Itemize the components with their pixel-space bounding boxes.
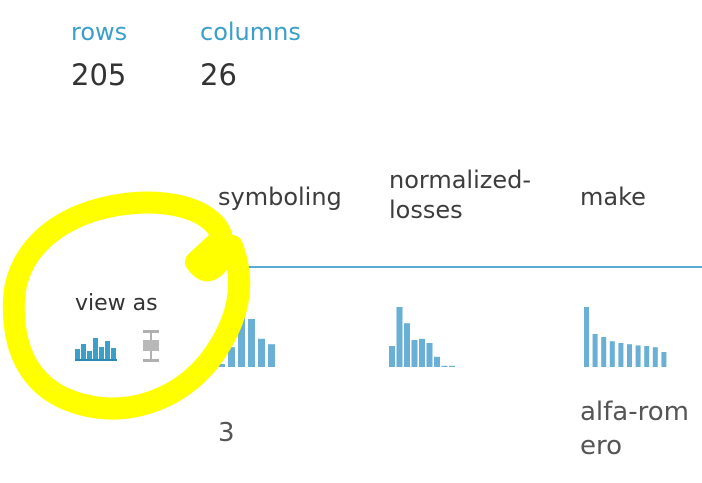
histogram-bar — [238, 307, 245, 367]
histogram-bar — [644, 346, 650, 367]
histogram-bar — [441, 365, 448, 367]
histogram-bar — [609, 341, 615, 367]
histogram-bar — [592, 334, 598, 367]
histogram-bar — [218, 364, 225, 367]
rows-label: rows — [71, 18, 128, 46]
histogram-symboling — [218, 307, 275, 367]
column-header-make[interactable]: make — [580, 182, 646, 212]
histogram-bar — [258, 338, 265, 367]
columns-value: 26 — [200, 58, 237, 92]
histogram-bar — [419, 338, 425, 367]
rows-value: 205 — [71, 58, 127, 92]
histogram-bar — [396, 307, 403, 367]
header-divider — [195, 266, 702, 268]
histogram-icon[interactable] — [75, 335, 117, 361]
histogram-bar — [601, 337, 607, 367]
histogram-bar — [618, 343, 624, 367]
histogram-bar — [661, 352, 667, 367]
column-header-symboling[interactable]: symboling — [218, 182, 342, 212]
histogram-bar — [389, 346, 395, 367]
boxplot-icon[interactable] — [141, 330, 161, 362]
columns-label: columns — [200, 18, 301, 46]
view-as-label: view as — [75, 291, 158, 316]
histogram-bar — [449, 365, 455, 367]
histogram-bar — [627, 344, 632, 367]
histogram-bar — [411, 340, 418, 367]
column-header-normalized-losses[interactable]: normalized-losses — [389, 165, 549, 225]
cell-symboling: 3 — [218, 418, 235, 448]
histogram-bar — [652, 347, 658, 367]
histogram-bar — [268, 344, 275, 367]
cell-make: alfa-romero — [580, 397, 689, 461]
histogram-bar — [635, 345, 641, 367]
histogram-bar — [248, 319, 255, 367]
histogram-bar — [434, 356, 440, 367]
histogram-normalized-losses — [389, 307, 455, 367]
histogram-bar — [228, 347, 235, 367]
histogram-bar — [404, 323, 410, 367]
histogram-bar — [426, 343, 433, 367]
histogram-bar — [584, 307, 589, 367]
histogram-make — [584, 307, 667, 367]
